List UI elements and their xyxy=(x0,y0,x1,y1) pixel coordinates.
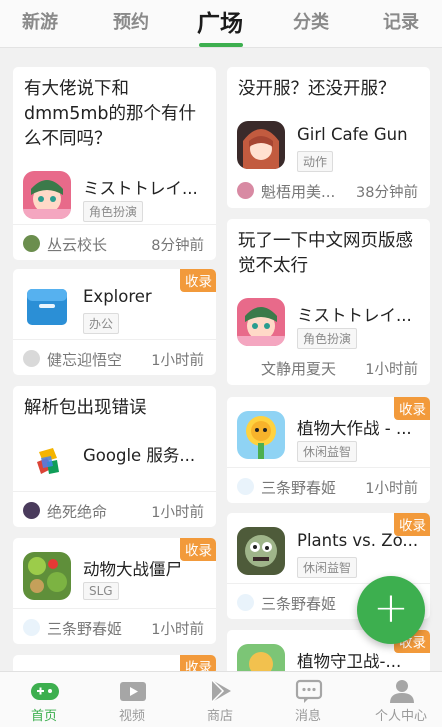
username[interactable]: 魁梧用美... xyxy=(261,181,335,202)
card-footer: 绝死绝命 1小时前 xyxy=(13,491,216,527)
app-name: ミストトレイ... xyxy=(83,179,198,198)
avatar[interactable] xyxy=(237,594,254,611)
nav-label: 个人中心 xyxy=(374,709,427,724)
nav-messages[interactable]: 消息 xyxy=(264,672,352,727)
app-info[interactable]: ミストトレイ... 角色扮演 xyxy=(237,298,427,349)
app-category-tag: 休闲益智 xyxy=(297,441,358,462)
post-time: 1小时前 xyxy=(151,505,204,521)
avatar[interactable] xyxy=(23,619,40,636)
app-info[interactable]: Plants vs. Zo... 休闲益智 xyxy=(237,527,427,578)
card-footer: 丛云校长 8分钟前 xyxy=(13,224,216,260)
username[interactable]: 三条野春姬 xyxy=(47,618,122,639)
post-title: 有大佬说下和dmm5mb的那个有什么不同吗？ xyxy=(24,79,196,149)
app-name: Plants vs. Zo... xyxy=(297,531,419,550)
post-title: 解析包出现错误 xyxy=(24,398,147,418)
tab-new-games[interactable]: 新游 xyxy=(22,8,58,34)
nav-store[interactable]: 商店 xyxy=(176,672,264,727)
app-name: Explorer xyxy=(83,287,152,306)
nav-label: 商店 xyxy=(206,709,233,724)
nav-label: 消息 xyxy=(294,709,321,724)
zombie-game-icon xyxy=(237,527,285,575)
active-tab-indicator xyxy=(199,43,243,47)
game-icon xyxy=(237,121,285,169)
game-icon xyxy=(23,171,71,219)
app-category-tag: 动作 xyxy=(297,151,334,172)
username[interactable]: 绝死绝命 xyxy=(47,501,107,522)
feed-card[interactable]: 玩了一下中文网页版感觉不太行 ミストトレイ... 角色扮演 文静用夏天 1小时前 xyxy=(227,219,430,385)
nav-label: 首页 xyxy=(30,709,57,724)
tab-records[interactable]: 记录 xyxy=(383,8,419,34)
google-services-icon xyxy=(23,438,71,486)
app-name: ミストトレイ... xyxy=(297,306,412,325)
post-time: 1小时前 xyxy=(365,481,418,497)
app-info[interactable]: 动物大战僵尸 SLG xyxy=(23,552,213,602)
video-icon xyxy=(119,678,147,704)
avatar[interactable] xyxy=(237,478,254,495)
create-post-button[interactable]: + xyxy=(357,576,425,644)
feed-card[interactable]: 有大佬说下和dmm5mb的那个有什么不同吗？ ミストトレイ... 角色扮演 丛云… xyxy=(13,67,216,260)
post-time: 1小时前 xyxy=(365,362,418,378)
app-name: 动物大战僵尸 xyxy=(83,560,182,579)
store-icon xyxy=(207,678,235,704)
feed-card[interactable]: 没开服？还没开服？ Girl Cafe Gun 动作 魁梧用美... 38分钟前 xyxy=(227,67,430,208)
nav-profile[interactable]: 个人中心 xyxy=(357,672,442,727)
post-title: 没开服？还没开服？ xyxy=(238,79,396,99)
plus-icon: + xyxy=(373,583,409,632)
message-icon xyxy=(295,678,323,704)
post-time: 8分钟前 xyxy=(151,238,204,254)
feed-card[interactable]: 收录 植物大作战 - ... 休闲益智 三条野春姬 1小时前 xyxy=(227,397,430,503)
app-info[interactable]: Explorer 办公 xyxy=(23,283,213,334)
app-name: Google 服务... xyxy=(83,446,196,465)
app-info[interactable]: 植物大作战 - ... 休闲益智 xyxy=(237,411,427,462)
nav-label: 视频 xyxy=(118,709,145,724)
post-time: 1小时前 xyxy=(151,622,204,638)
tab-categories[interactable]: 分类 xyxy=(293,8,329,34)
avatar[interactable] xyxy=(23,350,40,367)
sunflower-game-icon xyxy=(237,411,285,459)
username[interactable]: 三条野春姬 xyxy=(261,593,336,614)
card-footer: 健忘迎悟空 1小时前 xyxy=(13,339,216,375)
bottom-nav: 首页 视频 商店 消息 个人中心 xyxy=(0,671,442,727)
gamepad-icon xyxy=(31,678,59,704)
top-tab-bar: 新游 预约 广场 分类 记录 xyxy=(0,0,442,48)
card-footer: 三条野春姬 1小时前 xyxy=(227,467,430,503)
card-footer: 三条野春姬 1小时前 xyxy=(13,608,216,644)
app-info[interactable]: Google 服务... xyxy=(23,438,213,488)
post-time: 38分钟前 xyxy=(356,185,418,201)
tab-plaza[interactable]: 广场 xyxy=(197,4,243,38)
folder-app-icon xyxy=(23,283,71,331)
avatar[interactable] xyxy=(237,182,254,199)
app-info[interactable]: Girl Cafe Gun 动作 xyxy=(237,121,427,172)
post-title: 玩了一下中文网页版感觉不太行 xyxy=(238,231,413,276)
username[interactable]: 文静用夏天 xyxy=(261,358,336,379)
app-info[interactable]: ミストトレイ... 角色扮演 xyxy=(23,171,213,222)
app-category-tag: 角色扮演 xyxy=(297,328,358,349)
app-name: Girl Cafe Gun xyxy=(297,125,408,144)
feed-card[interactable]: 解析包出现错误 Google 服务... 绝死绝命 1小时前 xyxy=(13,386,216,527)
username[interactable]: 健忘迎悟空 xyxy=(47,349,122,370)
game-icon xyxy=(237,298,285,346)
person-icon xyxy=(388,678,416,704)
game-icon xyxy=(23,552,71,600)
app-category-tag: 角色扮演 xyxy=(83,201,144,222)
avatar[interactable] xyxy=(23,502,40,519)
username[interactable]: 三条野春姬 xyxy=(261,477,336,498)
post-time: 1小时前 xyxy=(151,353,204,369)
card-footer: 文静用夏天 1小时前 xyxy=(227,349,430,385)
app-category-tag: 办公 xyxy=(83,313,120,334)
nav-video[interactable]: 视频 xyxy=(88,672,176,727)
card-footer: 魁梧用美... 38分钟前 xyxy=(227,172,430,208)
username[interactable]: 丛云校长 xyxy=(47,234,107,255)
feed-card[interactable]: 收录 Explorer 办公 健忘迎悟空 1小时前 xyxy=(13,269,216,375)
app-category-tag: SLG xyxy=(83,582,119,600)
app-name: 植物大作战 - ... xyxy=(297,419,412,438)
avatar[interactable] xyxy=(23,235,40,252)
feed-card[interactable]: 收录 动物大战僵尸 SLG 三条野春姬 1小时前 xyxy=(13,538,216,644)
nav-home[interactable]: 首页 xyxy=(0,672,88,727)
app-name: 植物守卫战-... xyxy=(297,652,402,671)
app-category-tag: 休闲益智 xyxy=(297,557,358,578)
tab-reservations[interactable]: 预约 xyxy=(113,8,149,34)
